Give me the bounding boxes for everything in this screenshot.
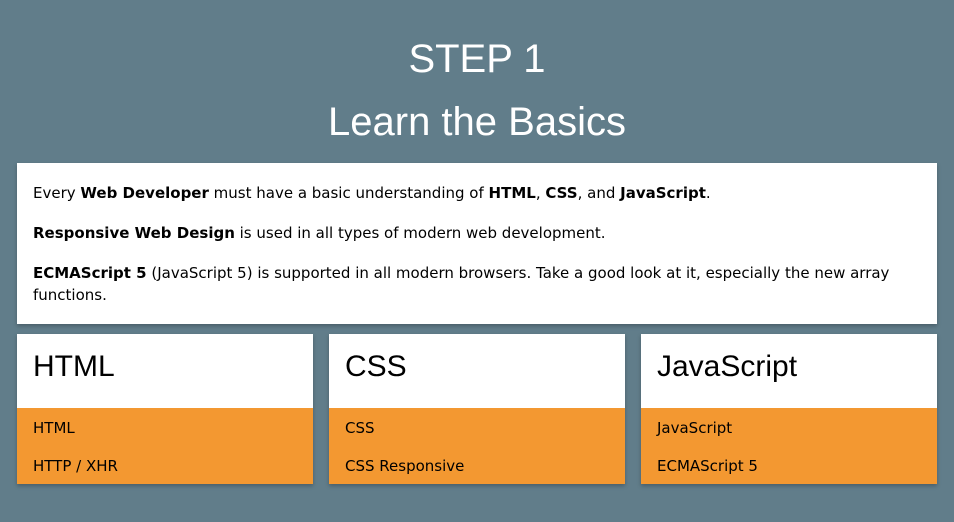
card-title: JavaScript bbox=[657, 350, 798, 383]
intro-bold: CSS bbox=[545, 184, 578, 202]
intro-bold: Web Developer bbox=[80, 184, 209, 202]
card-javascript: JavaScript JavaScript ECMAScript 5 bbox=[641, 334, 937, 484]
link-css[interactable]: CSS bbox=[345, 419, 375, 437]
link-ecmascript-5[interactable]: ECMAScript 5 bbox=[657, 457, 758, 475]
card-css: CSS CSS CSS Responsive bbox=[329, 334, 625, 484]
link-css-responsive[interactable]: CSS Responsive bbox=[345, 457, 464, 475]
intro-paragraph-1: Every Web Developer must have a basic un… bbox=[33, 182, 921, 204]
card-header: CSS bbox=[329, 334, 625, 408]
link-html[interactable]: HTML bbox=[33, 419, 75, 437]
intro-bold: JavaScript bbox=[620, 184, 706, 202]
card-header: JavaScript bbox=[641, 334, 937, 408]
card-links: CSS CSS Responsive bbox=[329, 408, 625, 484]
card-links: JavaScript ECMAScript 5 bbox=[641, 408, 937, 484]
card-html: HTML HTML HTTP / XHR bbox=[17, 334, 313, 484]
intro-bold: Responsive Web Design bbox=[33, 224, 235, 242]
intro-text: is used in all types of modern web devel… bbox=[234, 224, 606, 242]
step-heading: STEP 1 bbox=[408, 37, 546, 81]
intro-text: . bbox=[705, 184, 711, 202]
link-javascript[interactable]: JavaScript bbox=[657, 419, 732, 437]
page: STEP 1 Learn the Basics Every Web Develo… bbox=[0, 0, 954, 522]
intro-paragraph-3: ECMAScript 5 (JavaScript 5) is supported… bbox=[33, 262, 921, 306]
card-header: HTML bbox=[17, 334, 313, 408]
card-title: HTML bbox=[33, 350, 115, 383]
card-title: CSS bbox=[345, 350, 407, 383]
intro-text: (JavaScript 5) is supported in all moder… bbox=[33, 264, 890, 304]
intro-text: , and bbox=[577, 184, 621, 202]
intro-text: , bbox=[535, 184, 546, 202]
card-links: HTML HTTP / XHR bbox=[17, 408, 313, 484]
intro-panel: Every Web Developer must have a basic un… bbox=[17, 163, 937, 324]
intro-text: Every bbox=[33, 184, 81, 202]
intro-paragraph-2: Responsive Web Design is used in all typ… bbox=[33, 222, 921, 244]
page-title: Learn the Basics bbox=[328, 100, 626, 144]
intro-bold: ECMAScript 5 bbox=[33, 264, 147, 282]
intro-text: must have a basic understanding of bbox=[208, 184, 489, 202]
link-http-xhr[interactable]: HTTP / XHR bbox=[33, 457, 118, 475]
intro-bold: HTML bbox=[488, 184, 536, 202]
